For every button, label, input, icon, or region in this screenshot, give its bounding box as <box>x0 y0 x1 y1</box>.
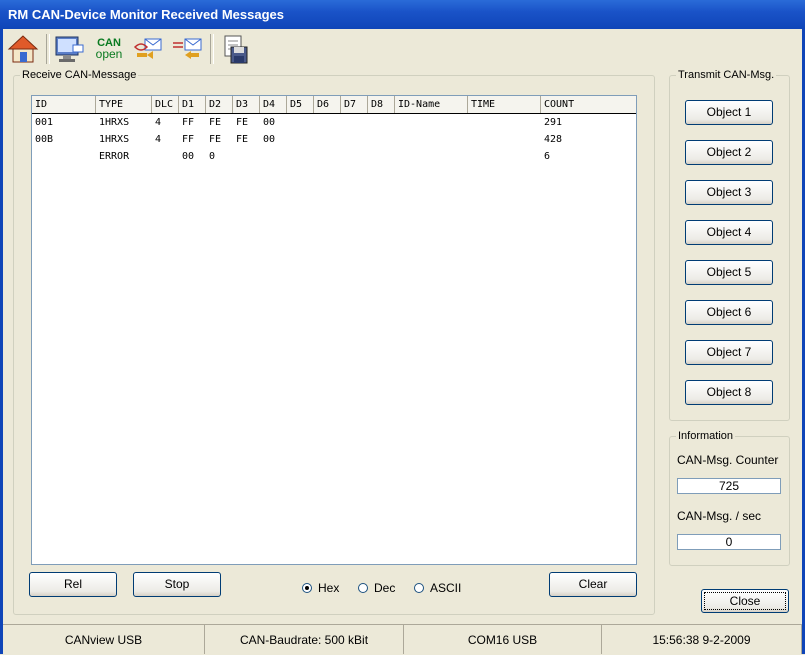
rate-field: 0 <box>677 534 781 550</box>
radio-hex[interactable]: Hex <box>302 581 339 595</box>
list-header: ID TYPE DLC D1 D2 D3 D4 D5 D6 D7 D8 ID-N… <box>32 96 636 114</box>
cell-d1: FF <box>182 134 195 145</box>
cell-count: 291 <box>544 117 563 128</box>
object-4-button[interactable]: Object 4 <box>685 220 773 245</box>
column-header[interactable]: D1 <box>179 96 206 113</box>
rel-button[interactable]: Rel <box>29 572 117 597</box>
cell-d2: FE <box>209 134 222 145</box>
column-header[interactable]: DLC <box>152 96 179 113</box>
object-6-button[interactable]: Object 6 <box>685 300 773 325</box>
home-icon[interactable] <box>6 32 40 66</box>
window-title: RM CAN-Device Monitor Received Messages <box>8 7 284 22</box>
column-header[interactable]: TIME <box>468 96 541 113</box>
column-header[interactable]: D3 <box>233 96 260 113</box>
radio-dec-label: Dec <box>374 581 396 595</box>
counter-label: CAN-Msg. Counter <box>677 453 779 467</box>
message-list[interactable]: ID TYPE DLC D1 D2 D3 D4 D5 D6 D7 D8 ID-N… <box>31 95 637 565</box>
cell-d1: FF <box>182 117 195 128</box>
cell-d1: 00 <box>182 151 195 162</box>
receive-legend: Receive CAN-Message <box>22 69 137 81</box>
object-3-button[interactable]: Object 3 <box>685 180 773 205</box>
cell-count: 6 <box>544 151 551 162</box>
column-header[interactable]: D4 <box>260 96 287 113</box>
clear-button[interactable]: Clear <box>549 572 637 597</box>
transmit-legend: Transmit CAN-Msg. <box>678 69 775 81</box>
receive-message-icon[interactable] <box>170 32 204 66</box>
table-row[interactable]: 00B 1HRXS 4 FF FE FE 00 428 <box>32 131 636 148</box>
cell-type: ERROR <box>99 151 130 162</box>
radio-ascii-dot[interactable] <box>414 583 424 593</box>
column-header[interactable]: ID-Name <box>395 96 468 113</box>
column-header[interactable]: D7 <box>341 96 368 113</box>
title-bar: RM CAN-Device Monitor Received Messages <box>0 0 805 29</box>
column-header[interactable]: TYPE <box>96 96 152 113</box>
radio-dec[interactable]: Dec <box>358 581 395 595</box>
cell-id: 00B <box>35 134 54 145</box>
object-1-button[interactable]: Object 1 <box>685 100 773 125</box>
table-row[interactable]: 001 1HRXS 4 FF FE FE 00 291 <box>32 114 636 131</box>
cell-d3: FE <box>236 134 249 145</box>
canopen-label-bottom: open <box>95 47 123 61</box>
cell-id: 001 <box>35 117 54 128</box>
object-5-button[interactable]: Object 5 <box>685 260 773 285</box>
column-header[interactable]: D8 <box>368 96 395 113</box>
column-header[interactable]: D5 <box>287 96 314 113</box>
monitor-icon[interactable] <box>52 32 86 66</box>
radio-hex-label: Hex <box>318 581 340 595</box>
radio-hex-dot[interactable] <box>302 583 312 593</box>
stop-button[interactable]: Stop <box>133 572 221 597</box>
table-row[interactable]: ERROR 00 0 6 <box>32 148 636 165</box>
rate-label: CAN-Msg. / sec <box>677 509 762 523</box>
cell-d2: 0 <box>209 151 216 162</box>
cell-d3: FE <box>236 117 249 128</box>
column-header[interactable]: D2 <box>206 96 233 113</box>
cell-type: 1HRXS <box>99 117 130 128</box>
radio-ascii-label: ASCII <box>430 581 462 595</box>
close-button[interactable]: Close <box>701 589 789 613</box>
cell-dlc: 4 <box>155 117 162 128</box>
column-header[interactable]: COUNT <box>541 96 636 113</box>
status-port: COM16 USB <box>404 624 602 654</box>
cell-d2: FE <box>209 117 222 128</box>
canopen-icon[interactable]: CAN open <box>92 32 126 66</box>
cell-d4: 00 <box>263 117 276 128</box>
status-datetime: 15:56:38 9-2-2009 <box>602 624 802 654</box>
object-7-button[interactable]: Object 7 <box>685 340 773 365</box>
send-message-icon[interactable] <box>132 32 166 66</box>
status-baudrate: CAN-Baudrate: 500 kBit <box>205 624 404 654</box>
column-header[interactable]: ID <box>32 96 96 113</box>
cell-count: 428 <box>544 134 563 145</box>
radio-dec-dot[interactable] <box>358 583 368 593</box>
object-8-button[interactable]: Object 8 <box>685 380 773 405</box>
information-legend: Information <box>678 430 734 442</box>
save-disk-icon[interactable] <box>218 32 252 66</box>
object-2-button[interactable]: Object 2 <box>685 140 773 165</box>
cell-type: 1HRXS <box>99 134 130 145</box>
cell-dlc: 4 <box>155 134 162 145</box>
counter-field: 725 <box>677 478 781 494</box>
radio-ascii[interactable]: ASCII <box>414 581 461 595</box>
cell-d4: 00 <box>263 134 276 145</box>
column-header[interactable]: D6 <box>314 96 341 113</box>
status-device: CANview USB <box>3 624 205 654</box>
